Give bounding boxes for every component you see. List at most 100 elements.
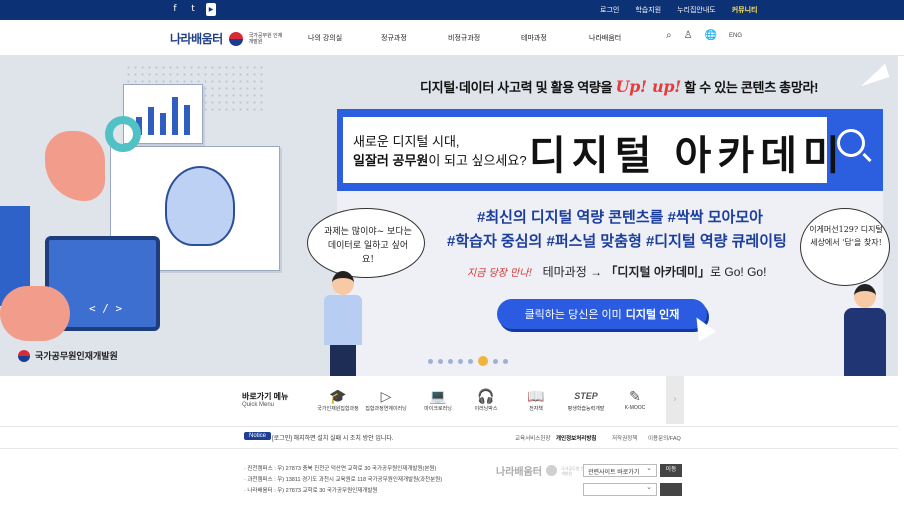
carousel-pager [428,356,508,366]
code-symbol: < / > [89,302,123,315]
notice-badge: Notice [244,432,272,440]
taeguk-emblem-icon [228,31,243,46]
callout-text: 테마과정 → [542,265,606,279]
bubble-text: 이게머선129? 디지털 세상에서 '답'을 찾자! [809,225,883,247]
footer-link-privacy-policy[interactable]: 개인정보처리방침 [556,434,596,442]
pager-dot-active[interactable] [478,356,488,366]
twitter-icon[interactable]: t [188,3,198,16]
social-links: f t ▶ [170,3,216,16]
quick-item-kmooc[interactable]: ✎ K-MOOC [605,387,665,411]
hero-headline: 디지털·데이터 사고력 및 활용 역량을 Up! up! 할 수 있는 콘텐츠 … [420,77,818,96]
related-sites-go-button-2[interactable] [660,483,682,496]
search-icon[interactable] [837,129,865,157]
quick-item-label: 평생학습능력개발 [567,406,605,412]
sitemap-link[interactable]: 누리집안내도 [669,5,724,15]
address-gwacheon: · 과천캠퍼스 : 우) 13811 경기도 과천시 교육원로 118 국가공무… [244,477,443,483]
quick-item-label: 집합과정연계이러닝 [365,406,407,412]
callout-text: 로 Go! Go! [710,265,767,279]
footer-link-service-charter[interactable]: 교육서비스헌장 [515,434,550,442]
community-link[interactable]: 커뮤니티 [724,5,766,15]
woman-illustration [840,284,890,376]
logo-brand-text: 나라배움터 [170,32,223,46]
hero-org-mark: 국가공무원인재개발원 [18,349,118,362]
footer-logo: 나라배움터 국가공무원 인재개발원 [496,463,589,478]
kmooc-icon: ✎ [629,388,641,404]
page-gutter [898,56,904,507]
paper-plane-icon [856,63,890,87]
related-sites-select-2[interactable] [583,483,657,496]
site-footer: · 진천캠퍼스 : 우) 27873 충북 진천군 덕산면 교학로 30 국가공… [0,448,904,507]
quick-item-label: 마이크로러닝 [424,406,452,412]
footer-link-copyright[interactable]: 저작권정책 [612,434,637,442]
headline-up: Up! up! [615,77,682,96]
hashtag-line-2: #학습자 중심의 #퍼스널 맞춤형 #디지털 역량 큐레이팅 [447,233,787,250]
related-sites-select[interactable]: 관련사이트 바로가기 [583,464,657,477]
quick-item-linked-elearning[interactable]: ▷ 집합과정연계이러닝 [356,387,416,412]
nav-item-narabaeumteo[interactable]: 나라배움터 [589,33,621,43]
pager-dot[interactable] [428,358,433,364]
lightbulb-icon [165,166,235,246]
tagline-bold: 일잘러 공무원 [353,153,429,168]
hero-banner[interactable]: < / > 국가공무원인재개발원 디지털·데이터 사고력 및 활용 역량을 Up… [0,56,904,376]
youtube-icon[interactable]: ▶ [206,3,216,16]
quick-subtitle: Quick Menu [242,402,275,408]
pager-dot[interactable] [503,358,508,364]
hashtag-line-1: #최신의 디지털 역량 콘텐츠를 #싹싹 모아모아 [477,209,763,226]
quick-menu: 바로가기 메뉴 Quick Menu 🎓 국가인재원집합과정 ▷ 집합과정연계이러닝… [0,376,904,426]
speech-bubble-right: 이게머선129? 디지털 세상에서 '답'을 찾자! [800,208,890,286]
banner-tagline-2: 일잘러 공무원이 되고 싶으세요? [353,150,527,169]
login-link[interactable]: 로그인 [592,5,627,15]
footer-link-faq[interactable]: 이용문의/FAQ [648,434,681,442]
search-icon[interactable]: ⌕ [666,30,672,41]
pager-dot[interactable] [448,358,453,364]
callout-badge: 지금 당장 만나! [467,268,533,279]
cta-label-bold: 디지털 인재 [625,309,680,321]
hero-org-name: 국가공무원인재개발원 [35,351,118,361]
nav-tools: ⌕ ♙ 🌐 ENG [666,30,742,41]
man-illustration [320,271,365,376]
notice-bar: Notice [로그인] 해지하면 설치 실패 시 조치 방안 입니다. 교육서… [0,426,904,448]
facebook-icon[interactable]: f [170,3,180,16]
banner-tagline-1: 새로운 디지털 시대, [353,134,460,149]
user-icon[interactable]: ♙ [684,30,693,41]
learning-support-link[interactable]: 학습지원 [627,5,669,15]
cta-label: 클릭하는 당신은 이미 [524,309,622,321]
headline-part: 디지털·데이터 사고력 및 활용 역량을 [420,80,616,95]
nav-item-regular-course[interactable]: 정규과정 [381,33,407,43]
pager-dot[interactable] [438,358,443,364]
language-switch[interactable]: ENG [729,33,742,39]
quick-menu-next-button[interactable]: › [666,376,684,424]
digital-talent-cta-button[interactable]: 클릭하는 당신은 이미 디지털 인재 [497,299,707,329]
globe-icon[interactable]: 🌐 [705,30,717,41]
pager-dot[interactable] [458,358,463,364]
quick-item-label: 전자책 [529,406,543,412]
digital-academy-banner[interactable]: 새로운 디지털 시대, 일잘러 공무원이 되고 싶으세요? 디지털 아카데미 [337,109,883,191]
pager-dot[interactable] [493,358,498,364]
footer-brand: 나라배움터 [496,467,542,478]
site-logo[interactable]: 나라배움터 국가공무원 인재개발원 [170,30,285,47]
hand-illustration [0,286,70,341]
quick-menu-title: 바로가기 메뉴 Quick Menu [242,391,288,408]
video-play-icon: ▷ [380,388,392,404]
quick-item-label: 이러닝박스 [474,406,498,412]
lifebuoy-icon [105,116,141,152]
headline-part: 할 수 있는 콘텐츠 총망라! [680,80,819,95]
callout-bold: 「디지털 아카데미」 [605,265,711,279]
pager-dot[interactable] [468,358,473,364]
notice-text[interactable]: [로그인] 해지하면 설치 실패 시 조치 방안 입니다. [272,433,394,442]
nav-item-theme-course[interactable]: 테마과정 [521,33,547,43]
taeguk-emblem-icon [18,349,30,362]
nav-item-my-classroom[interactable]: 나의 강의실 [308,33,342,43]
related-sites-go-button[interactable]: 이동 [660,464,682,477]
quick-item-label: 국가인재원집합과정 [317,406,359,412]
quick-item-label: K-MOOC [624,405,646,411]
quick-title: 바로가기 메뉴 [242,392,289,401]
logo-org-text: 국가공무원 인재개발원 [248,32,283,45]
banner-content-panel: #최신의 디지털 역량 콘텐츠를 #싹싹 모아모아 #학습자 중심의 #퍼스널 … [337,191,883,376]
speech-bubble-left: 과제는 많이야~ 보다는 데이터로 일하고 싶어요! [307,208,425,278]
address-nara: · 나라배움터 : 우) 27873 교학로 30 국가공무원인재개발원 [244,488,378,494]
taeguk-emblem-icon [546,465,557,476]
main-nav: 나라배움터 국가공무원 인재개발원 나의 강의실 정규과정 비정규과정 테마과정… [0,20,904,56]
privacy-label: 개인정보처리방침 [556,436,597,442]
nav-item-irregular-course[interactable]: 비정규과정 [448,33,480,43]
